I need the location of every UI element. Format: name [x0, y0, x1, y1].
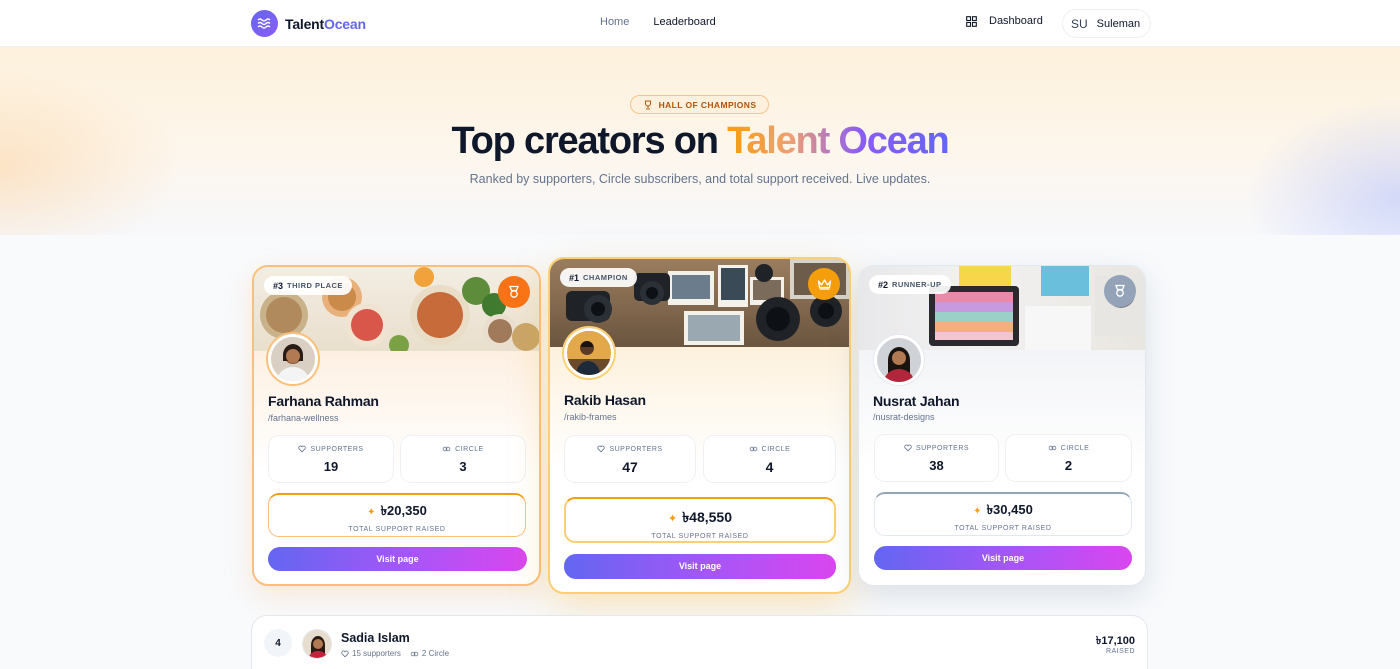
nav-home[interactable]: Home	[600, 16, 629, 28]
medal-icon	[498, 276, 530, 308]
crown-icon	[808, 268, 840, 300]
dashboard-link[interactable]: Dashboard	[966, 15, 1043, 27]
supporters-count: 47	[622, 459, 638, 475]
avatar	[302, 629, 332, 659]
rank-pill: #3 THIRD PLACE	[264, 276, 352, 295]
circle-icon	[749, 446, 757, 452]
user-name: Suleman	[1096, 17, 1141, 30]
visit-page-button[interactable]: Visit page	[268, 547, 527, 571]
circle-count: 2	[1064, 458, 1073, 473]
top-nav-bar: TalentOcean Home Leaderboard Dashboard S…	[0, 0, 1400, 47]
creator-name: Farhana Rahman	[268, 393, 379, 409]
page-title: Top creators on Talent Ocean	[451, 120, 949, 162]
rank-pill: #1 CHAMPION	[560, 268, 637, 287]
supporters-count: 19	[323, 459, 339, 474]
heart-icon	[904, 444, 912, 452]
circle-stat: CIRCLE 3	[400, 435, 526, 483]
visit-page-button[interactable]: Visit page	[874, 546, 1132, 570]
circle-count: 4	[765, 459, 774, 475]
avatar: SU	[1071, 16, 1088, 31]
creator-card-first: #1 CHAMPION Rakib Hasan /rakib-frames SUP…	[548, 257, 851, 594]
waves-icon	[251, 10, 278, 37]
brand-logo-link[interactable]: TalentOcean	[251, 10, 366, 37]
circle-icon	[442, 446, 451, 452]
circle-stat: CIRCLE 2	[1005, 434, 1132, 482]
supporters-stat: SUPPORTERS 19	[268, 435, 394, 483]
rank-number: 4	[264, 629, 292, 657]
heart-icon	[597, 445, 606, 453]
supporters-stat: SUPPORTERS 38	[874, 434, 999, 482]
sparkle-icon: ✦	[367, 507, 376, 518]
main-nav: Home Leaderboard	[600, 16, 716, 28]
creator-card-third: #3 THIRD PLACE Farhana Rahman /farhana-we…	[252, 265, 541, 586]
avatar	[564, 328, 614, 378]
total-raised-box: ✦ ৳20,350 TOTAL SUPPORT RAISED	[268, 493, 526, 537]
brand-name: TalentOcean	[285, 15, 366, 32]
circle-count: 3	[459, 459, 467, 474]
nav-leaderboard[interactable]: Leaderboard	[653, 16, 715, 28]
heart-icon	[298, 445, 307, 453]
creator-card-second: #2 RUNNER-UP Nusrat Jahan /nusrat-designs…	[858, 265, 1146, 586]
avatar	[874, 335, 924, 385]
medal-icon	[1104, 275, 1136, 307]
list-item[interactable]: 4 Sadia Islam 15 supporters 2 Circle ৳17…	[251, 615, 1148, 669]
circle-stat: CIRCLE 4	[703, 435, 836, 483]
creator-name: Rakib Hasan	[564, 392, 646, 408]
creator-handle: /nusrat-designs	[873, 412, 935, 422]
creator-meta: 15 supporters 2 Circle	[341, 649, 449, 658]
heart-icon	[341, 650, 349, 657]
sparkle-icon: ✦	[973, 506, 982, 517]
user-menu[interactable]: SU Suleman	[1062, 9, 1152, 38]
trophy-icon	[644, 100, 651, 109]
creator-handle: /rakib-frames	[564, 412, 617, 422]
supporters-stat: SUPPORTERS 47	[564, 435, 696, 483]
creator-name: Sadia Islam	[341, 631, 410, 645]
grid-icon	[966, 15, 977, 27]
visit-page-button[interactable]: Visit page	[564, 554, 836, 579]
page-subtitle: Ranked by supporters, Circle subscribers…	[469, 172, 931, 186]
circle-icon	[410, 651, 419, 656]
creator-name: Nusrat Jahan	[873, 393, 960, 409]
sparkle-icon: ✦	[667, 512, 678, 525]
dashboard-label: Dashboard	[989, 15, 1043, 27]
avatar	[268, 334, 318, 384]
supporters-count: 38	[929, 458, 944, 473]
total-raised-box: ✦ ৳48,550 TOTAL SUPPORT RAISED	[564, 497, 836, 543]
circle-icon	[1048, 445, 1056, 451]
creator-handle: /farhana-wellness	[268, 413, 339, 423]
rank-pill: #2 RUNNER-UP	[869, 275, 951, 294]
hall-of-champions-badge: HALL OF CHAMPIONS	[630, 95, 769, 114]
raised-label: RAISED	[1105, 648, 1135, 655]
total-raised-box: ✦ ৳30,450 TOTAL SUPPORT RAISED	[874, 492, 1132, 536]
